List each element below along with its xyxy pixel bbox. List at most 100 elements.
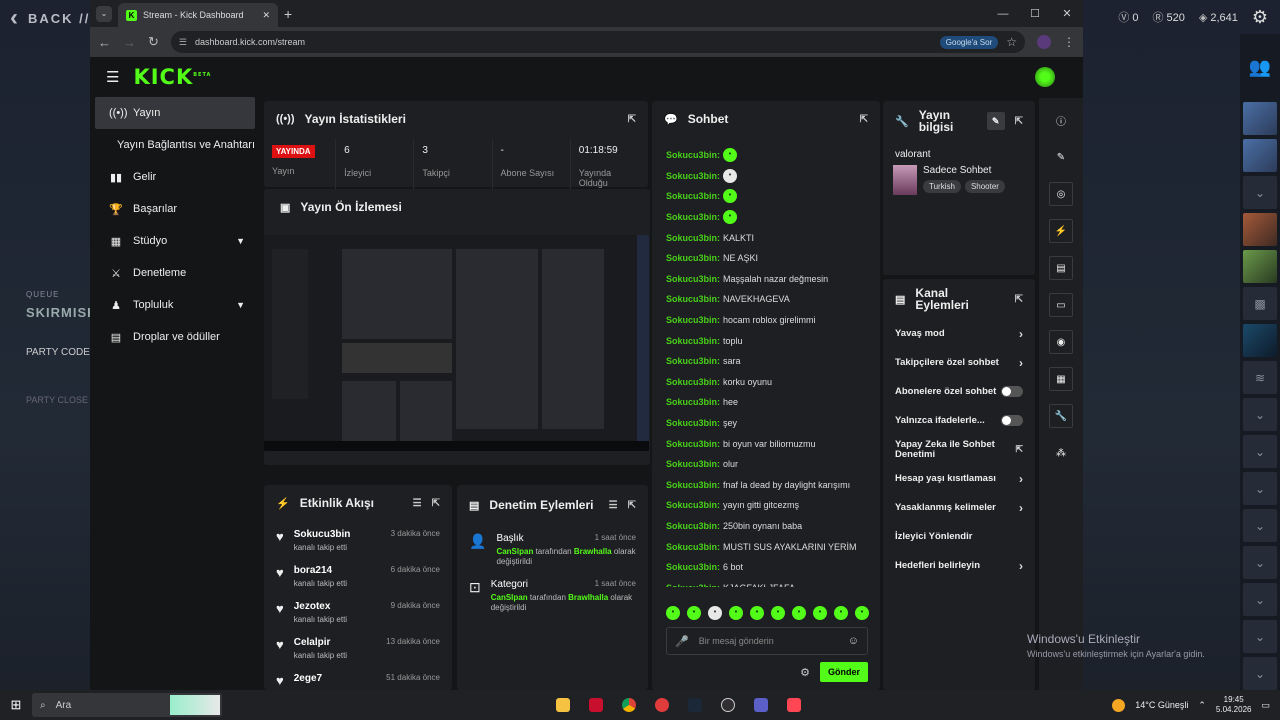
sidebar-item-droplar[interactable]: ▤ Droplar ve ödüller bbox=[95, 321, 255, 353]
user-avatar[interactable] bbox=[1035, 67, 1055, 87]
chat-username[interactable]: Sokucu3bin: bbox=[666, 418, 720, 428]
sidebar-item-studyo[interactable]: ▦ Stüdyo ▼ bbox=[95, 225, 255, 257]
friend-avatar[interactable]: ≋ bbox=[1243, 361, 1277, 394]
bookmark-star-icon[interactable]: ☆ bbox=[1006, 35, 1017, 49]
edit-pencil-icon[interactable]: ✎ bbox=[986, 112, 1005, 130]
site-info-icon[interactable]: ☰ bbox=[179, 37, 187, 48]
clock[interactable]: 19:45 5.04.2026 bbox=[1216, 695, 1252, 715]
channel-action-raid[interactable]: İzleyici Yönlendir bbox=[883, 522, 1035, 551]
emote-icon[interactable]: • bbox=[687, 606, 701, 620]
wrench-icon[interactable]: 🔧 bbox=[1049, 404, 1073, 428]
back-button[interactable]: ‹ BACK // bbox=[10, 6, 90, 30]
chat-username[interactable]: Sokucu3bin: bbox=[666, 150, 720, 160]
emote-icon[interactable]: • bbox=[708, 606, 722, 620]
channel-action-followers-only[interactable]: Takipçilere özel sohbet › bbox=[883, 348, 1035, 377]
google-ask-button[interactable]: Google'a Sor bbox=[939, 35, 999, 49]
weather[interactable]: 14°C Güneşli bbox=[1135, 700, 1188, 710]
focus-icon[interactable]: ◎ bbox=[1049, 182, 1073, 206]
friend-avatar[interactable]: ⌄ bbox=[1243, 472, 1277, 505]
chat-username[interactable]: Sokucu3bin: bbox=[666, 542, 720, 552]
chat-username[interactable]: Sokucu3bin: bbox=[666, 377, 720, 387]
filter-icon[interactable]: ☰ bbox=[413, 498, 422, 509]
chat-username[interactable]: Sokucu3bin: bbox=[666, 294, 720, 304]
chevron-icon[interactable]: ⌄ bbox=[1243, 176, 1277, 209]
url-field[interactable]: ☰ dashboard.kick.com/stream Google'a Sor… bbox=[170, 31, 1025, 53]
friend-avatar[interactable] bbox=[1243, 139, 1277, 172]
emotes-only-toggle[interactable] bbox=[1001, 415, 1023, 426]
popout-icon[interactable]: ⇱ bbox=[860, 114, 868, 125]
friend-avatar[interactable]: ⌄ bbox=[1243, 435, 1277, 468]
teams-icon[interactable] bbox=[744, 690, 777, 720]
notification-icon[interactable]: ▭ bbox=[1261, 700, 1270, 711]
valorant-icon[interactable] bbox=[777, 690, 810, 720]
chat-username[interactable]: Sokucu3bin: bbox=[666, 459, 720, 469]
document-icon[interactable]: ▤ bbox=[1049, 256, 1073, 280]
settings-gear-icon[interactable]: ⚙ bbox=[800, 666, 810, 679]
friend-avatar[interactable] bbox=[1243, 250, 1277, 283]
channel-action-ai-moderation[interactable]: Yapay Zeka ile Sohbet Denetimi ⇱ bbox=[883, 435, 1035, 464]
emote-icon[interactable]: • bbox=[750, 606, 764, 620]
file-explorer-icon[interactable] bbox=[546, 690, 579, 720]
sidebar-item-denetleme[interactable]: ⚔ Denetleme bbox=[95, 257, 255, 289]
back-icon[interactable]: ← bbox=[98, 35, 111, 50]
app-red-icon[interactable] bbox=[645, 690, 678, 720]
emote-icon[interactable]: • bbox=[813, 606, 827, 620]
info-icon[interactable]: ⓘ bbox=[1049, 108, 1073, 132]
friend-avatar[interactable] bbox=[1243, 213, 1277, 246]
hamburger-menu-icon[interactable]: ☰ bbox=[106, 68, 119, 86]
friend-avatar[interactable]: ▩ bbox=[1243, 287, 1277, 320]
popout-icon[interactable]: ⇱ bbox=[628, 114, 636, 125]
sidebar-item-basarilar[interactable]: 🏆 Başarılar bbox=[95, 193, 255, 225]
broadcast-icon[interactable]: ◉ bbox=[1049, 330, 1073, 354]
friend-avatar[interactable]: ⌄ bbox=[1243, 657, 1277, 690]
friend-avatar[interactable]: ⌄ bbox=[1243, 546, 1277, 579]
party-close[interactable]: PARTY CLOSE bbox=[26, 395, 88, 405]
chat-username[interactable]: Sokucu3bin: bbox=[666, 233, 720, 243]
emote-icon[interactable]: • bbox=[792, 606, 806, 620]
chat-username[interactable]: Sokucu3bin: bbox=[666, 336, 720, 346]
friend-avatar[interactable]: ⌄ bbox=[1243, 509, 1277, 542]
layout-icon[interactable]: ▦ bbox=[1049, 367, 1073, 391]
filter-icon[interactable]: ☰ bbox=[609, 500, 618, 511]
popout-icon[interactable]: ⇱ bbox=[1015, 116, 1023, 127]
popout-icon[interactable]: ⇱ bbox=[432, 498, 440, 509]
chat-username[interactable]: Sokucu3bin: bbox=[666, 521, 720, 531]
emote-icon[interactable]: • bbox=[666, 606, 680, 620]
channel-action-banned-words[interactable]: Yasaklanmış kelimeler › bbox=[883, 493, 1035, 522]
stream-preview-image[interactable] bbox=[264, 235, 649, 451]
reload-icon[interactable]: ↻ bbox=[148, 34, 159, 50]
friend-avatar[interactable]: ⌄ bbox=[1243, 620, 1277, 653]
friend-avatar[interactable]: ⌄ bbox=[1243, 583, 1277, 616]
tab-kick-dashboard[interactable]: K Stream - Kick Dashboard ✕ bbox=[118, 3, 278, 27]
bolt-icon[interactable]: ⚡ bbox=[1049, 219, 1073, 243]
sidebar-item-topluluk[interactable]: ♟ Topluluk ▼ bbox=[95, 289, 255, 321]
windows-start-icon[interactable]: ⊞ bbox=[0, 697, 32, 713]
taskbar-search[interactable]: ⌕ Ara bbox=[32, 693, 222, 717]
channel-action-goals[interactable]: Hedefleri belirleyin › bbox=[883, 551, 1035, 580]
tab-search-icon[interactable]: ⌄ bbox=[96, 5, 112, 22]
steam-icon[interactable] bbox=[678, 690, 711, 720]
chat-username[interactable]: Sokucu3bin: bbox=[666, 480, 720, 490]
friends-icon[interactable]: 👥 bbox=[1240, 36, 1280, 98]
chat-username[interactable]: Sokucu3bin: bbox=[666, 583, 720, 587]
sidebar-item-stream-key[interactable]: Yayın Bağlantısı ve Anahtarı bbox=[90, 129, 260, 161]
chat-username[interactable]: Sokucu3bin: bbox=[666, 315, 720, 325]
emote-icon[interactable]: • bbox=[729, 606, 743, 620]
chrome-icon[interactable] bbox=[612, 690, 645, 720]
profile-avatar[interactable] bbox=[1037, 35, 1051, 49]
mic-icon[interactable]: 🎤 bbox=[675, 635, 689, 648]
popout-icon[interactable]: ⇱ bbox=[1015, 294, 1023, 305]
chat-username[interactable]: Sokucu3bin: bbox=[666, 212, 720, 222]
new-tab-icon[interactable]: + bbox=[284, 6, 292, 22]
channel-action-account-age[interactable]: Hesap yaşı kısıtlaması › bbox=[883, 464, 1035, 493]
app-red-icon[interactable] bbox=[579, 690, 612, 720]
kick-logo[interactable]: KICKBETA bbox=[133, 65, 211, 89]
friend-avatar[interactable] bbox=[1243, 324, 1277, 357]
sidebar-item-yayin[interactable]: ((•)) Yayın bbox=[95, 97, 255, 129]
chat-username[interactable]: Sokucu3bin: bbox=[666, 562, 720, 572]
maximize-icon[interactable]: ☐ bbox=[1019, 0, 1051, 27]
party-code[interactable]: PARTY CODE bbox=[26, 347, 90, 358]
pencil-icon[interactable]: ✎ bbox=[1049, 145, 1073, 169]
chat-input[interactable]: 🎤 Bir mesaj gönderin ☺ bbox=[666, 627, 868, 655]
gear-icon[interactable]: ⚙ bbox=[1252, 7, 1268, 28]
